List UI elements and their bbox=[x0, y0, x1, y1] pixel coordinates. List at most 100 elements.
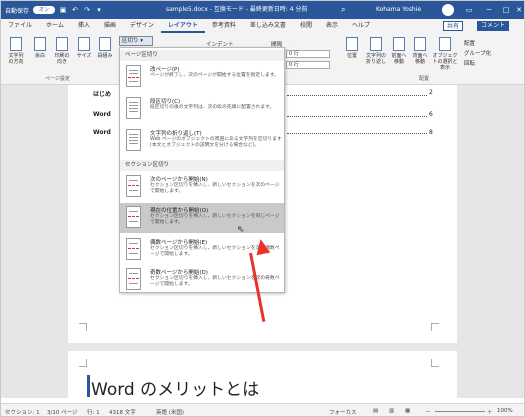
status-line[interactable]: 行: 1 bbox=[87, 408, 100, 416]
focus-mode-button[interactable]: フォーカス bbox=[329, 408, 357, 416]
menu-item-description: Web ページのオブジェクトの周囲にある文字列を区切ります (本文とオブジェクト… bbox=[150, 137, 282, 148]
column-break-icon bbox=[126, 97, 141, 119]
search-icon[interactable]: ⌕ bbox=[341, 1, 345, 19]
tab-review[interactable]: 校閲 bbox=[293, 19, 319, 33]
zoom-out-icon[interactable]: － bbox=[425, 408, 431, 416]
customize-toolbar-icon[interactable]: ▾ bbox=[95, 6, 103, 14]
bring-forward-icon bbox=[393, 37, 405, 51]
send-backward-icon bbox=[414, 37, 426, 51]
undo-icon[interactable]: ↶ bbox=[71, 6, 79, 14]
rotate-button[interactable]: 回転 bbox=[464, 59, 475, 67]
tab-references[interactable]: 参考資料 bbox=[205, 19, 243, 33]
columns-button[interactable]: 段組み bbox=[96, 37, 114, 59]
wrap-text-button[interactable]: 文字列の折り返し bbox=[365, 37, 387, 65]
spacing-before-input[interactable]: 0 行 bbox=[286, 50, 330, 58]
web-layout-icon[interactable]: ▦ bbox=[405, 408, 410, 414]
group-button[interactable]: グループ化 bbox=[464, 49, 491, 57]
toc-line: Word bbox=[93, 111, 111, 118]
bring-forward-label: 前面へ移動 bbox=[391, 53, 407, 65]
margins-label: 余白 bbox=[34, 53, 45, 59]
status-language[interactable]: 英語 (米国) bbox=[156, 408, 184, 416]
tab-mailings[interactable]: 差し込み文書 bbox=[243, 19, 293, 33]
read-mode-icon[interactable]: ▤ bbox=[373, 408, 378, 414]
size-button[interactable]: サイズ bbox=[75, 37, 93, 59]
toc-page-number: 6 bbox=[429, 111, 433, 118]
breaks-button[interactable]: 区切り ▾ bbox=[119, 36, 153, 46]
comment-button[interactable]: コメント bbox=[477, 21, 510, 31]
text-wrapping-break-icon bbox=[126, 129, 141, 151]
selection-pane-button[interactable]: オブジェクトの選択と表示 bbox=[432, 37, 458, 71]
tab-help[interactable]: ヘルプ bbox=[345, 19, 377, 33]
toc-dots bbox=[287, 116, 427, 117]
menu-item-title: 段区切り(C) bbox=[150, 99, 181, 105]
tab-insert[interactable]: 挿入 bbox=[71, 19, 97, 33]
margins-button[interactable]: 余白 bbox=[31, 37, 49, 59]
menu-item-title: 文字列の折り返し(T) bbox=[150, 131, 202, 137]
menu-item-title: 改ページ(P) bbox=[150, 67, 180, 73]
align-button[interactable]: 配置 bbox=[464, 39, 475, 47]
page-corner-mark bbox=[79, 323, 87, 331]
text-direction-label: 文字列の方向 bbox=[8, 53, 24, 65]
document-title: sample5.docx - 互換モード - 最終更新日時: 4 分前 bbox=[166, 6, 308, 13]
zoom-in-icon[interactable]: ＋ bbox=[487, 408, 493, 416]
text-direction-icon bbox=[10, 37, 22, 51]
menu-item-title: 奇数ページから開始(D) bbox=[150, 270, 208, 276]
menu-item-column-break[interactable]: 段区切り(C) 段区切りの後の文字列は、次の段の先頭に配置されます。 bbox=[120, 94, 284, 124]
tab-home[interactable]: ホーム bbox=[39, 19, 71, 33]
tab-layout[interactable]: レイアウト bbox=[160, 19, 205, 33]
send-backward-button[interactable]: 背面へ移動 bbox=[411, 37, 429, 65]
ribbon-display-icon[interactable]: ▭ bbox=[459, 1, 479, 19]
text-direction-button[interactable]: 文字列の方向 bbox=[7, 37, 25, 65]
selection-pane-label: オブジェクトの選択と表示 bbox=[432, 53, 458, 71]
status-section[interactable]: セクション: 1 bbox=[5, 408, 40, 416]
save-icon[interactable]: ▣ bbox=[59, 6, 67, 14]
share-button[interactable]: 共有 bbox=[443, 21, 464, 31]
toc-page-number: 2 bbox=[429, 89, 433, 96]
document-heading[interactable]: Word のメリットとは bbox=[91, 375, 259, 400]
orientation-button[interactable]: 印刷の向き bbox=[53, 37, 71, 65]
menu-item-description: セクション区切りを挿入し、新しいセクションを同じページで開始します。 bbox=[150, 214, 280, 225]
send-backward-label: 背面へ移動 bbox=[412, 53, 428, 65]
continuous-break-icon bbox=[126, 206, 141, 228]
zoom-slider[interactable] bbox=[435, 411, 485, 412]
spacing-after-input[interactable]: 0 行 bbox=[286, 61, 330, 69]
close-button[interactable]: ✕ bbox=[509, 1, 524, 19]
columns-icon bbox=[99, 37, 111, 51]
bring-forward-button[interactable]: 前面へ移動 bbox=[390, 37, 408, 65]
wrap-text-icon bbox=[370, 37, 382, 51]
menu-item-next-page[interactable]: 次のページから開始(N) セクション区切りを挿入し、新しいセクションを次のページ… bbox=[120, 172, 284, 202]
toc-heading: はじめ bbox=[93, 91, 112, 98]
selection-pane-icon bbox=[439, 37, 451, 51]
margins-icon bbox=[34, 37, 46, 51]
toc-line: Word bbox=[93, 129, 111, 136]
mouse-pointer-icon: ⇖ bbox=[237, 225, 245, 235]
zoom-level[interactable]: 100% bbox=[497, 408, 513, 414]
menu-item-page-break[interactable]: 改ページ(P) ページが終了し、次のページが開始する位置を指定します。 bbox=[120, 62, 284, 92]
menu-item-title: 次のページから開始(N) bbox=[150, 177, 208, 183]
menu-item-description: ページが終了し、次のページが開始する位置を指定します。 bbox=[150, 73, 279, 78]
menu-item-text-wrapping[interactable]: 文字列の折り返し(T) Web ページのオブジェクトの周囲にある文字列を区切りま… bbox=[120, 126, 284, 160]
toc-dots bbox=[287, 95, 427, 96]
menu-item-title: 現在の位置から開始(O) bbox=[150, 208, 209, 214]
menu-item-continuous[interactable]: 現在の位置から開始(O) セクション区切りを挿入し、新しいセクションを同じページ… bbox=[120, 203, 284, 233]
odd-page-break-icon bbox=[126, 268, 141, 290]
tab-view[interactable]: 表示 bbox=[319, 19, 345, 33]
status-word-count[interactable]: 4318 文字 bbox=[109, 408, 136, 416]
position-button[interactable]: 位置 bbox=[343, 37, 361, 59]
redo-icon[interactable]: ↷ bbox=[83, 6, 91, 14]
print-layout-icon[interactable]: ▥ bbox=[389, 408, 394, 414]
menu-item-title: 偶数ページから開始(E) bbox=[150, 240, 208, 246]
avatar[interactable] bbox=[442, 4, 454, 16]
tab-design[interactable]: デザイン bbox=[123, 19, 161, 33]
autosave-toggle[interactable]: オン bbox=[33, 6, 56, 14]
autosave-label: 自動保存 bbox=[5, 7, 30, 15]
position-label: 位置 bbox=[346, 53, 357, 59]
user-name[interactable]: Kohama Yoshie bbox=[376, 1, 421, 19]
columns-label: 段組み bbox=[97, 53, 113, 59]
tab-file[interactable]: ファイル bbox=[1, 19, 39, 33]
status-bar: セクション: 1 3/10 ページ 行: 1 4318 文字 英語 (米国) フ… bbox=[1, 403, 524, 416]
section-breaks-section-header: セクション区切り bbox=[120, 160, 284, 171]
tab-draw[interactable]: 描画 bbox=[97, 19, 123, 33]
orientation-label: 印刷の向き bbox=[54, 53, 70, 65]
status-page[interactable]: 3/10 ページ bbox=[47, 408, 78, 416]
